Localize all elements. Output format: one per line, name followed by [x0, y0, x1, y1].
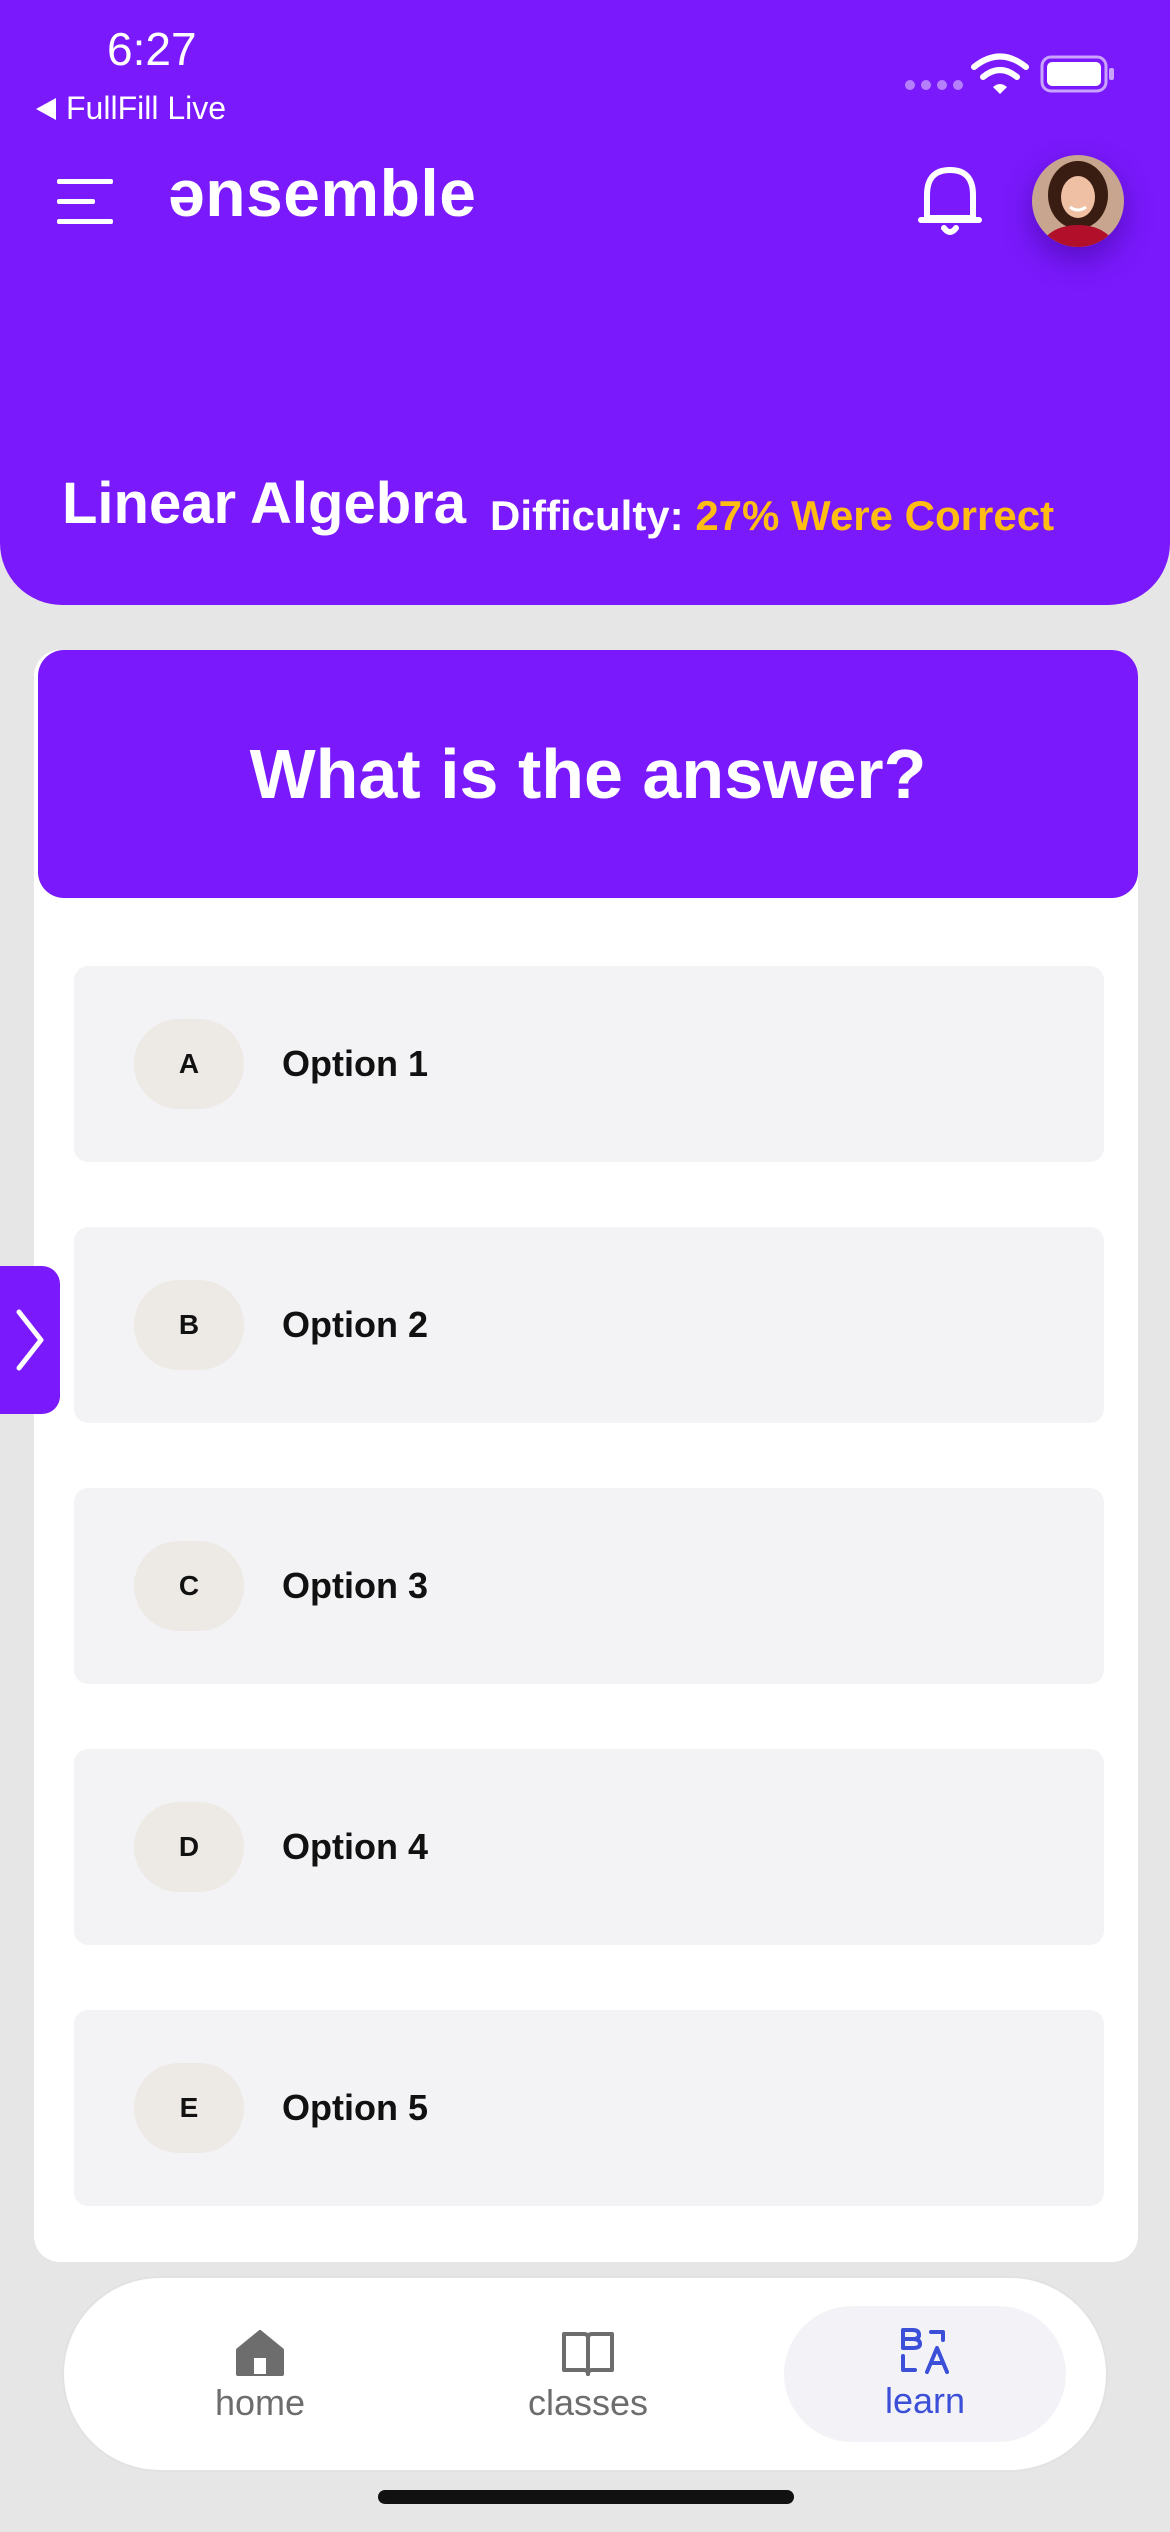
option-b[interactable]: B Option 2	[74, 1227, 1104, 1423]
difficulty-value: 27% Were Correct	[695, 492, 1055, 539]
subject-title: Linear Algebra	[62, 471, 466, 536]
option-letter-badge: B	[134, 1280, 244, 1370]
option-d[interactable]: D Option 4	[74, 1749, 1104, 1945]
status-time: 6:27	[107, 23, 197, 75]
tab-label: learn	[884, 2380, 966, 2421]
back-arrow-icon	[36, 97, 56, 120]
tab-home[interactable]: home	[170, 2278, 350, 2474]
user-avatar[interactable]	[1032, 155, 1124, 247]
tab-learn[interactable]: learn	[784, 2306, 1066, 2442]
bell-icon[interactable]	[915, 160, 985, 240]
home-icon	[236, 2330, 284, 2376]
difficulty-label: Difficulty:	[490, 492, 684, 539]
menu-icon[interactable]	[55, 175, 115, 227]
chevron-right-icon	[16, 1309, 44, 1371]
back-to-app-link[interactable]: FullFill Live	[36, 90, 226, 127]
question-banner: What is the answer?	[38, 650, 1138, 898]
option-letter-badge: D	[134, 1802, 244, 1892]
header: 6:27 FullFill Live ənsemble Linear Algeb…	[0, 0, 1170, 605]
battery-icon	[1040, 55, 1114, 93]
question-card: What is the answer? A Option 1 B Option …	[34, 650, 1138, 2262]
translate-icon	[901, 2328, 949, 2374]
option-label: Option 5	[282, 2087, 428, 2128]
side-drawer-toggle[interactable]	[0, 1266, 60, 1414]
cellular-signal-icon	[905, 80, 963, 90]
option-label: Option 2	[282, 1304, 428, 1345]
question-text: What is the answer?	[249, 735, 927, 813]
app-logo: ənsemble	[168, 156, 477, 230]
option-label: Option 1	[282, 1043, 428, 1084]
option-e[interactable]: E Option 5	[74, 2010, 1104, 2206]
home-indicator	[378, 2490, 794, 2504]
tab-label: classes	[527, 2382, 649, 2423]
option-c[interactable]: C Option 3	[74, 1488, 1104, 1684]
option-letter-badge: E	[134, 2063, 244, 2153]
option-label: Option 3	[282, 1565, 428, 1606]
option-letter-badge: C	[134, 1541, 244, 1631]
back-app-label: FullFill Live	[66, 90, 227, 126]
option-a[interactable]: A Option 1	[74, 966, 1104, 1162]
bottom-tab-bar: home classes learn	[62, 2276, 1108, 2472]
option-label: Option 4	[282, 1826, 428, 1867]
tab-classes[interactable]: classes	[488, 2278, 688, 2474]
difficulty-text: Difficulty: 27% Were Correct	[490, 492, 1054, 540]
option-letter-badge: A	[134, 1019, 244, 1109]
wifi-icon	[971, 53, 1029, 94]
book-icon	[562, 2332, 614, 2376]
tab-label: home	[214, 2382, 306, 2423]
